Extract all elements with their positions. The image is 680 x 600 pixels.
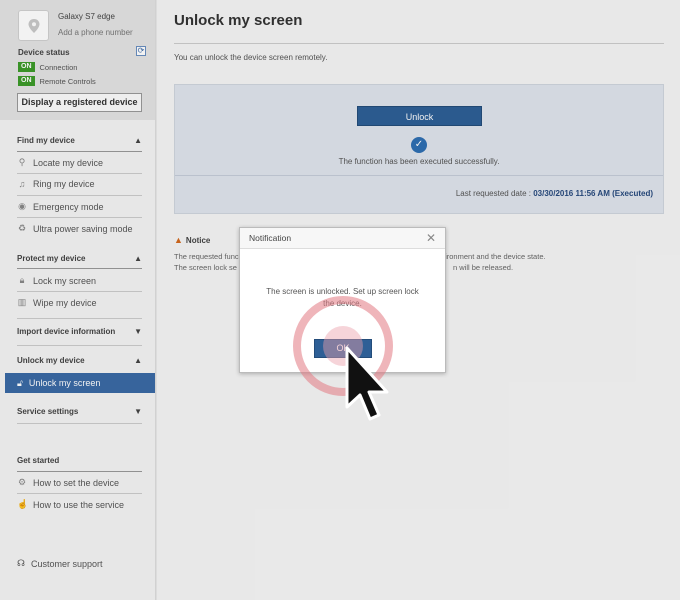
dialog-message-line: The screen is unlocked. Set up screen lo… bbox=[266, 287, 419, 296]
dialog-message-line: the device. bbox=[323, 299, 362, 308]
dialog-title: Notification bbox=[249, 233, 292, 243]
close-icon[interactable]: ✕ bbox=[426, 232, 436, 244]
notification-dialog: Notification ✕ The screen is unlocked. S… bbox=[239, 227, 446, 373]
dialog-message: The screen is unlocked. Set up screen lo… bbox=[240, 286, 445, 310]
ok-button[interactable]: OK bbox=[314, 339, 372, 358]
dialog-header: Notification ✕ bbox=[240, 228, 445, 249]
